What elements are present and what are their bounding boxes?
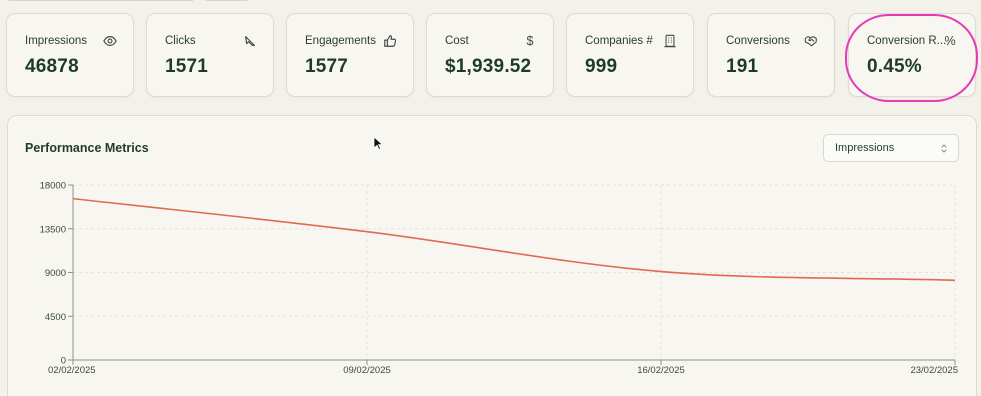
x-tick-label: 02/02/2025 — [48, 365, 96, 376]
performance-line-chart: 045009000135001800002/02/2025 09/02/2025 1… — [40, 181, 958, 377]
x-tick-label: 16/02/2025 — [637, 365, 685, 376]
y-tick-label: 13500 — [40, 224, 66, 235]
x-tick-label: 09/02/2025 — [343, 365, 391, 376]
series-line-impressions — [72, 197, 956, 282]
y-tick-label: 9000 — [45, 268, 66, 279]
mouse-pointer-icon — [373, 136, 383, 150]
x-tick-label: 23/02/2025 — [910, 365, 958, 376]
y-tick-label: 4500 — [45, 312, 66, 323]
y-tick-label: 18000 — [40, 181, 66, 192]
